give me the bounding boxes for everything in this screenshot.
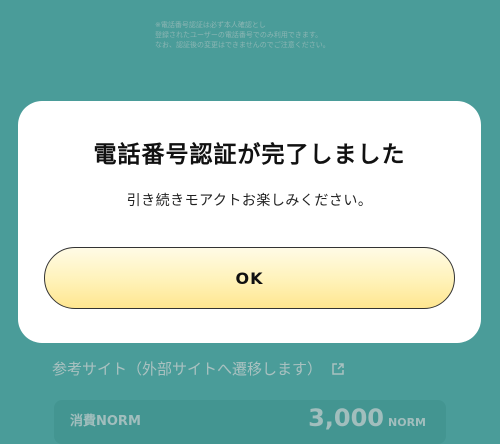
screen: ※電話番号認証は必ず本人確認とし 登録されたユーザーの電話番号でのみ利用できます… [0, 0, 500, 444]
ok-button[interactable]: OK [44, 247, 455, 309]
dialog-message: 引き続きモアクトお楽しみください。 [126, 193, 373, 209]
ok-button-label: OK [235, 268, 264, 288]
dialog-title: 電話番号認証が完了しました [93, 142, 406, 168]
phone-verified-dialog: 電話番号認証が完了しました 引き続きモアクトお楽しみください。 OK [18, 101, 481, 343]
